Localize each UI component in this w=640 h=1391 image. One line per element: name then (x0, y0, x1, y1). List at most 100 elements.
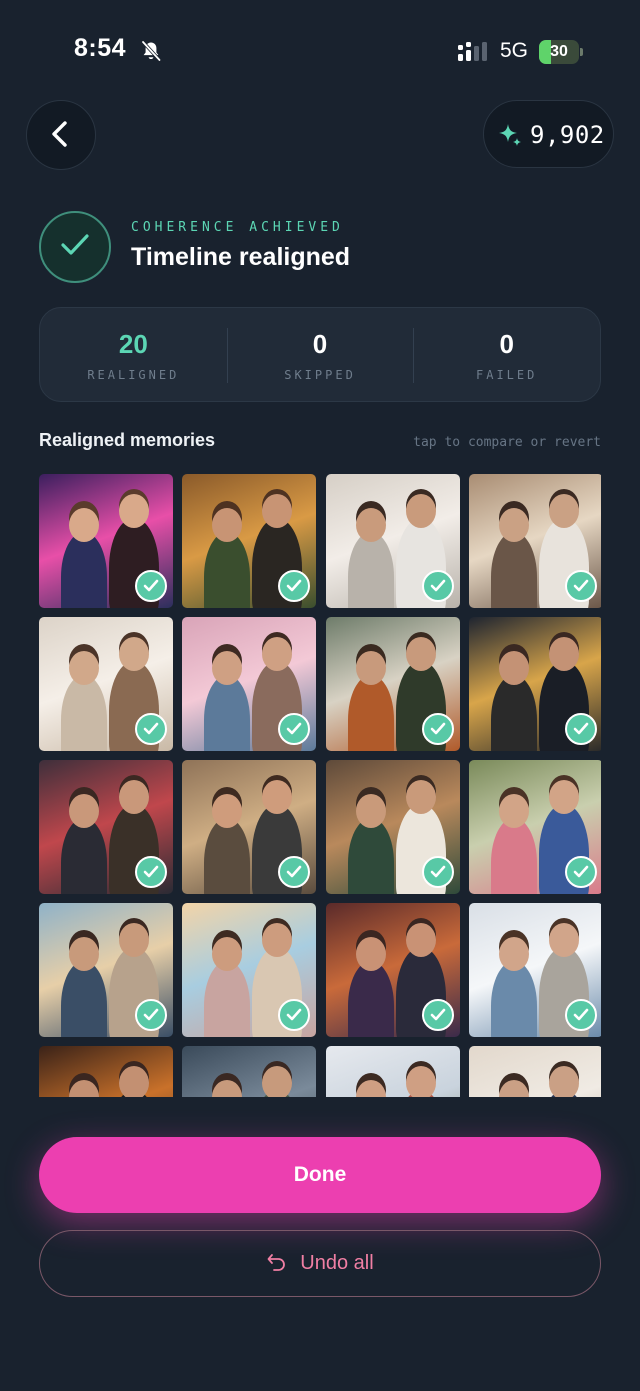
check-icon (421, 856, 454, 888)
memory-tile[interactable] (325, 903, 460, 1037)
photo-face (119, 1066, 149, 1097)
chevron-left-icon (48, 119, 74, 152)
signal-icon (458, 42, 492, 67)
photo-face (548, 923, 579, 957)
status-time: 8:54 (74, 34, 127, 62)
memory-tile[interactable] (325, 474, 460, 608)
credits-badge[interactable]: 9,902 (483, 100, 614, 168)
result-title: Timeline realigned (131, 243, 351, 271)
back-button[interactable] (26, 100, 96, 170)
network-type: 5G (500, 39, 529, 62)
photo-face (548, 494, 579, 528)
stat-label: REALIGNED (87, 368, 180, 382)
memory-tile[interactable] (468, 1046, 601, 1097)
memory-tile[interactable] (39, 903, 173, 1037)
photo-face (119, 494, 149, 528)
photo-person (490, 961, 537, 1037)
section-hint: tap to compare or revert (413, 435, 601, 450)
photo-face (119, 923, 149, 957)
photo-face (405, 780, 436, 814)
battery-charging-icon: 30 (539, 40, 583, 64)
battery-percent: 30 (550, 43, 568, 60)
photo-person (347, 675, 394, 751)
memory-tile[interactable] (39, 760, 173, 894)
memory-tile[interactable] (39, 474, 173, 608)
photo-face (548, 1066, 579, 1097)
memory-tile[interactable] (182, 474, 317, 608)
photo-person (490, 675, 537, 751)
memory-tile[interactable] (468, 474, 601, 608)
check-icon (135, 999, 167, 1031)
photo-face (405, 1066, 436, 1097)
check-icon (278, 999, 311, 1031)
stat-skipped: 0 SKIPPED (226, 308, 414, 401)
photo-face (355, 937, 386, 971)
stat-label: SKIPPED (284, 368, 356, 382)
photo-face (69, 651, 99, 685)
photo-person (490, 818, 537, 894)
photo-person (490, 532, 537, 608)
memory-tile[interactable] (468, 903, 601, 1037)
memory-tile[interactable] (182, 760, 317, 894)
photo-person (347, 818, 394, 894)
photo-face (212, 1080, 243, 1097)
check-icon (421, 570, 454, 602)
undo-all-button[interactable]: Undo all (39, 1230, 601, 1297)
check-icon (278, 570, 311, 602)
check-icon (564, 999, 597, 1031)
memory-tile[interactable] (325, 617, 460, 751)
stat-value: 20 (118, 329, 148, 359)
check-icon (564, 570, 597, 602)
credits-value: 9,902 (530, 121, 605, 149)
photo-face (548, 637, 579, 671)
memories-grid (39, 474, 601, 1097)
photo-person (204, 675, 251, 751)
memory-tile[interactable] (182, 903, 317, 1037)
check-icon (58, 231, 92, 264)
stat-value: 0 (312, 329, 328, 359)
photo-face (498, 651, 529, 685)
check-icon (278, 713, 311, 745)
result-eyebrow: COHERENCE ACHIEVED (131, 220, 344, 235)
photo-face (69, 937, 99, 971)
battery-body: 30 (539, 40, 579, 64)
photo-face (69, 1080, 99, 1097)
status-bar: 8:54 5G 30 (0, 0, 640, 100)
photo-face (69, 508, 99, 542)
stat-value: 0 (499, 329, 514, 359)
undo-arrow-icon (266, 1251, 288, 1276)
battery-cap (580, 48, 583, 56)
memory-tile[interactable] (325, 760, 460, 894)
memory-tile[interactable] (182, 1046, 317, 1097)
photo-face (498, 508, 529, 542)
photo-face (119, 637, 149, 671)
photo-face (119, 780, 149, 814)
memory-tile[interactable] (468, 617, 601, 751)
photo-person (61, 818, 107, 894)
photo-person (347, 961, 394, 1037)
section-title: Realigned memories (39, 430, 216, 450)
memory-tile[interactable] (468, 760, 601, 894)
photo-face (498, 937, 529, 971)
photo-face (355, 651, 386, 685)
undo-label: Undo all (300, 1252, 374, 1274)
stat-failed: 0 FAILED (413, 308, 600, 401)
memory-tile[interactable] (325, 1046, 460, 1097)
bell-off-icon (140, 40, 162, 67)
photo-person (347, 532, 394, 608)
check-icon (278, 856, 311, 888)
memory-tile[interactable] (39, 617, 173, 751)
photo-person (61, 961, 107, 1037)
check-icon (135, 713, 167, 745)
done-button[interactable]: Done (39, 1137, 601, 1213)
memory-tile[interactable] (39, 1046, 173, 1097)
photo-face (355, 1080, 386, 1097)
photo-person (61, 675, 107, 751)
photo-face (262, 1066, 293, 1097)
check-icon (564, 856, 597, 888)
photo-face (355, 508, 386, 542)
photo-person (61, 532, 107, 608)
check-icon (135, 570, 167, 602)
memory-tile[interactable] (182, 617, 317, 751)
check-icon (135, 856, 167, 888)
